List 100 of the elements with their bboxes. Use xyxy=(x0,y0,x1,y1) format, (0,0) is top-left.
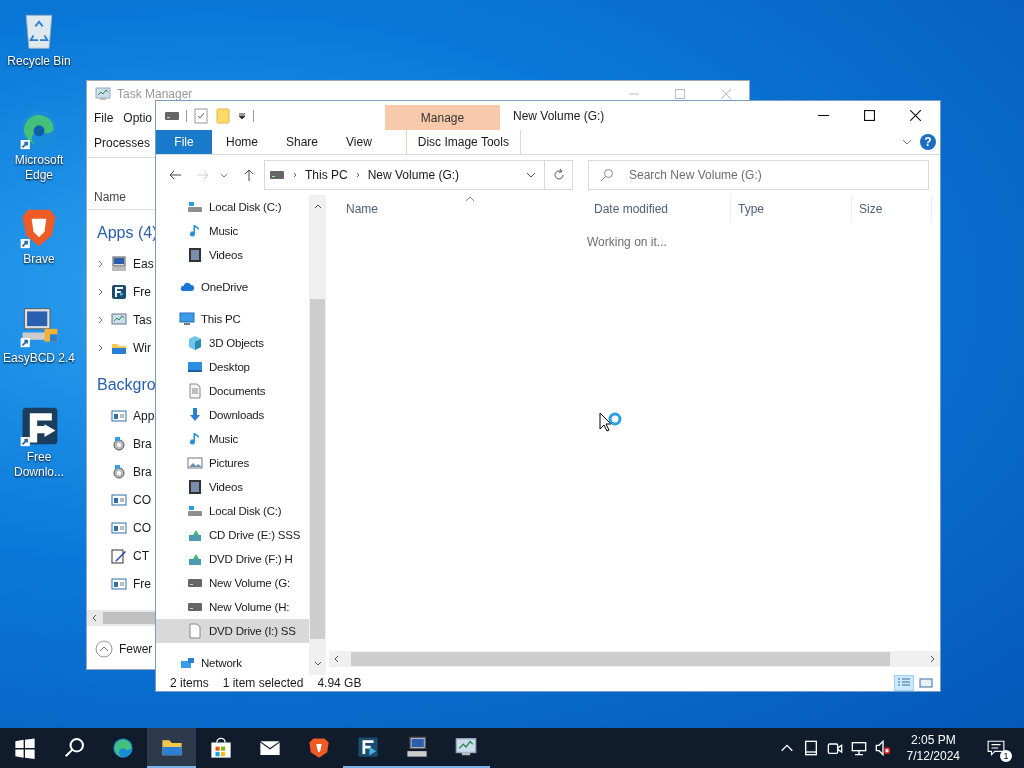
chevron-icon[interactable] xyxy=(97,288,105,296)
navigation-item[interactable]: Documents xyxy=(156,379,309,403)
window-icon xyxy=(111,576,127,592)
fewer-details-link[interactable]: Fewer xyxy=(119,642,153,656)
recent-dropdown-icon[interactable] xyxy=(220,171,228,180)
process-name[interactable]: Fre xyxy=(133,285,151,299)
muted-speaker-icon[interactable] xyxy=(874,740,891,756)
computer-icon xyxy=(405,736,428,758)
scrollbar-thumb[interactable] xyxy=(351,652,890,666)
navigation-item[interactable]: DVD Drive (I:) SS xyxy=(156,619,309,643)
camera-icon[interactable] xyxy=(826,740,843,756)
process-name[interactable]: Fre xyxy=(133,577,151,591)
ribbon-tab[interactable]: View xyxy=(332,130,386,155)
window-icon xyxy=(111,408,127,424)
group-title: Backgro xyxy=(96,375,156,395)
pen-icon xyxy=(111,548,127,564)
blank-file-icon xyxy=(187,623,203,639)
column-header[interactable]: Name xyxy=(94,190,126,204)
column-header[interactable]: Type xyxy=(731,195,852,222)
desktop-icon-label[interactable]: Microsoft Edge xyxy=(1,153,77,183)
navigation-item[interactable]: Local Disk (C:) xyxy=(156,195,309,219)
up-arrow-icon[interactable] xyxy=(242,168,256,183)
collapse-icon[interactable] xyxy=(95,640,113,658)
navigation-item[interactable]: Videos xyxy=(156,243,309,267)
close-icon[interactable] xyxy=(910,110,921,122)
navigation-item[interactable]: Local Disk (C:) xyxy=(156,499,309,523)
breadcrumb-item[interactable]: New Volume (G:) xyxy=(367,168,460,183)
scrollbar-thumb[interactable] xyxy=(310,299,325,639)
selection-count: 1 item selected xyxy=(222,676,304,690)
navigation-item[interactable]: New Volume (G: xyxy=(156,571,309,595)
desktop-icon-label[interactable]: Free Downlo... xyxy=(1,450,77,480)
dropdown-icon[interactable] xyxy=(237,110,247,121)
clock[interactable]: 2:05 PM 7/12/2024 xyxy=(898,732,968,764)
navigation-item[interactable]: Videos xyxy=(156,475,309,499)
large-icons-icon xyxy=(919,678,933,688)
chevron-icon[interactable] xyxy=(97,344,105,352)
column-header[interactable]: Size xyxy=(852,195,932,222)
navigation-item[interactable]: Music xyxy=(156,427,309,451)
desktop-icon-label[interactable]: Recycle Bin xyxy=(1,54,77,69)
edge-icon xyxy=(111,737,134,759)
navigation-item[interactable]: Downloads xyxy=(156,403,309,427)
network-icon[interactable] xyxy=(850,740,867,756)
vertical-scrollbar[interactable] xyxy=(309,195,326,675)
film-icon xyxy=(187,247,203,263)
window-title: New Volume (G:) xyxy=(512,107,606,125)
navigation-item[interactable]: Desktop xyxy=(156,355,309,379)
windows-start-icon xyxy=(13,737,36,759)
process-name[interactable]: Eas xyxy=(133,257,154,271)
tab[interactable]: Processes xyxy=(94,136,151,150)
notification-count: 1 xyxy=(1000,750,1012,762)
process-name[interactable]: Wir xyxy=(133,341,151,355)
process-name[interactable]: CO xyxy=(133,521,151,535)
monitor-icon xyxy=(111,312,127,328)
maximize-icon[interactable] xyxy=(864,110,875,122)
taskbar-button[interactable] xyxy=(147,728,196,768)
search-field[interactable]: Search New Volume (G:) xyxy=(588,160,929,191)
loading-message: Working on it... xyxy=(587,235,667,249)
navigation-item[interactable]: New Volume (H: xyxy=(156,595,309,619)
monitor-icon xyxy=(95,86,111,102)
menu-item[interactable]: Optio xyxy=(123,111,153,125)
clock-time: 2:05 PM xyxy=(910,732,956,748)
contextual-tab-header: Manage xyxy=(385,105,500,131)
navigation-item[interactable]: This PC xyxy=(156,307,309,331)
navigation-item[interactable]: 3D Objects xyxy=(156,331,309,355)
navigation-item[interactable]: Music xyxy=(156,219,309,243)
address-bar[interactable]: This PC New Volume (G:) xyxy=(264,160,545,191)
item-count: 2 items xyxy=(170,676,209,690)
column-header[interactable]: Name xyxy=(326,195,587,222)
chevron-icon[interactable] xyxy=(97,260,105,268)
process-name[interactable]: Tas xyxy=(133,313,152,327)
navigation-item[interactable]: Network xyxy=(156,651,309,675)
process-name[interactable]: Bra xyxy=(133,465,152,479)
process-name[interactable]: App xyxy=(133,409,155,423)
help-button[interactable]: ? xyxy=(920,134,936,151)
menu-item[interactable]: File xyxy=(94,111,114,125)
message-icon xyxy=(987,739,1005,757)
navigation-item[interactable]: DVD Drive (F:) H xyxy=(156,547,309,571)
checklist-icon[interactable] xyxy=(193,107,209,124)
breadcrumb-item[interactable]: This PC xyxy=(305,168,348,183)
chevron-icon[interactable] xyxy=(97,316,105,324)
selection-size: 4.94 GB xyxy=(317,676,362,690)
refresh-icon xyxy=(551,168,566,183)
search-icon xyxy=(62,737,85,759)
navigation-item[interactable]: OneDrive xyxy=(156,275,309,299)
ribbon-tab[interactable]: Disc Image Tools xyxy=(405,130,521,155)
refresh-button[interactable] xyxy=(545,160,573,191)
horizontal-scrollbar[interactable] xyxy=(329,651,940,667)
process-name[interactable]: CT xyxy=(133,549,149,563)
process-name[interactable]: Bra xyxy=(133,437,152,451)
ribbon-tab[interactable]: File xyxy=(156,130,212,155)
ribbon-tab[interactable]: Home xyxy=(212,130,272,155)
ribbon-tab[interactable]: Share xyxy=(272,130,333,155)
process-name[interactable]: CO xyxy=(133,493,151,507)
column-header[interactable]: Date modified xyxy=(587,195,731,222)
navigation-item[interactable]: CD Drive (E:) SSS xyxy=(156,523,309,547)
chevron-icon[interactable] xyxy=(291,171,299,180)
tablet-icon[interactable] xyxy=(802,740,819,756)
notifications-button[interactable]: 1 xyxy=(976,728,1016,768)
navigation-item[interactable]: Pictures xyxy=(156,451,309,475)
film-icon xyxy=(187,479,203,495)
